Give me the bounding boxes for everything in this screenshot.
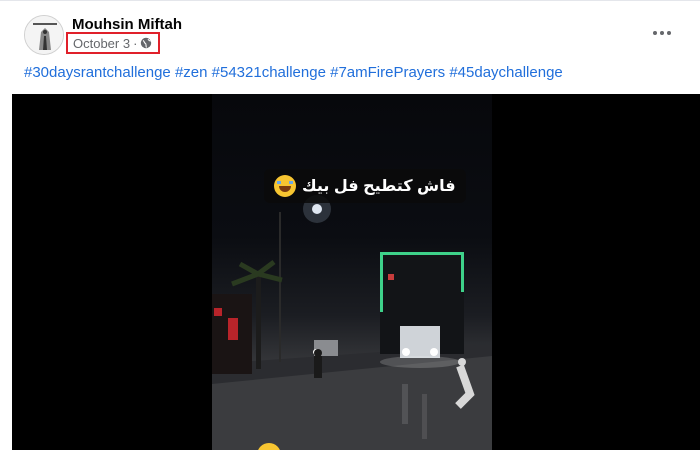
- video-player[interactable]: فاش كتطيح فل بيك: [12, 94, 700, 450]
- hashtag-link[interactable]: #30daysrantchallenge: [24, 64, 171, 81]
- post-card: Mouhsin Miftah October 3 · #30daysrantch…: [0, 0, 700, 450]
- more-options-icon[interactable]: [648, 21, 676, 45]
- author-name[interactable]: Mouhsin Miftah: [72, 16, 182, 33]
- hashtag-link[interactable]: #zen: [175, 64, 208, 81]
- video-frame-content: فاش كتطيح فل بيك: [212, 94, 492, 450]
- globe-icon[interactable]: [140, 37, 152, 49]
- hashtags: #30daysrantchallenge #zen #54321challeng…: [24, 64, 563, 81]
- post-date[interactable]: October 3: [73, 36, 130, 51]
- video-caption: فاش كتطيح فل بيك: [264, 169, 466, 203]
- caption-text: فاش كتطيح فل بيك: [302, 178, 456, 195]
- page: Mouhsin Miftah October 3 · #30daysrantch…: [0, 0, 700, 450]
- hashtag-link[interactable]: #45daychallenge: [449, 64, 562, 81]
- laughing-tears-emoji-icon: [274, 175, 296, 197]
- hashtag-link[interactable]: #54321challenge: [212, 64, 326, 81]
- author-avatar[interactable]: [24, 15, 64, 55]
- post-meta-highlight: October 3 ·: [66, 32, 160, 54]
- night-street-scene: [212, 195, 492, 450]
- meta-separator: ·: [133, 35, 138, 51]
- avatar-logo-icon: [25, 16, 63, 54]
- hashtag-link[interactable]: #7amFirePrayers: [330, 64, 445, 81]
